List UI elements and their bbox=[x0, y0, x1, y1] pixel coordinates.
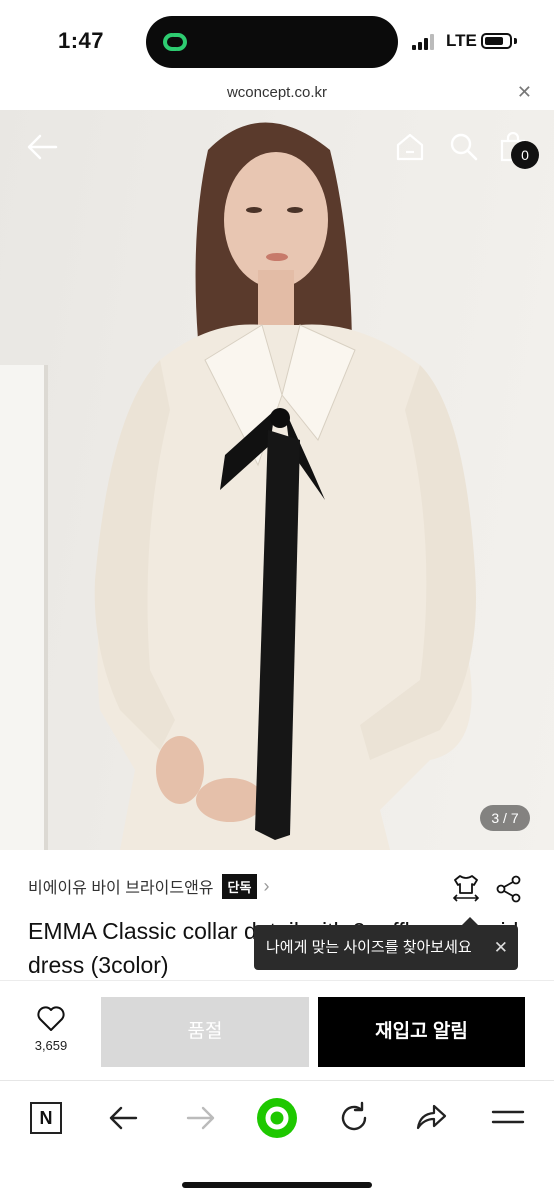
exclusive-badge: 단독 bbox=[221, 873, 258, 899]
like-count: 3,659 bbox=[34, 1038, 68, 1053]
brand-row[interactable]: 비에이유 바이 브라이드앤유 단독 › bbox=[28, 872, 269, 900]
close-icon[interactable]: ✕ bbox=[494, 925, 508, 970]
product-image[interactable]: 0 3 / 7 bbox=[0, 110, 554, 850]
battery-icon bbox=[481, 33, 512, 49]
back-icon[interactable] bbox=[106, 1100, 140, 1136]
soldout-button[interactable]: 품절 bbox=[101, 997, 309, 1067]
image-counter: 3 / 7 bbox=[480, 805, 530, 831]
url-text[interactable]: wconcept.co.kr bbox=[0, 84, 554, 101]
close-icon[interactable]: ✕ bbox=[517, 82, 532, 103]
share-icon[interactable] bbox=[495, 875, 523, 903]
size-guide-icon[interactable] bbox=[451, 874, 481, 902]
signal-bars-icon bbox=[412, 34, 438, 50]
divider bbox=[0, 980, 554, 981]
status-bar: 1:47 LTE bbox=[0, 0, 554, 82]
link-logo-icon bbox=[163, 33, 187, 51]
arrow-left-icon[interactable] bbox=[24, 132, 60, 162]
green-home-icon[interactable] bbox=[255, 1096, 299, 1140]
heart-icon[interactable] bbox=[37, 1006, 65, 1032]
size-tooltip[interactable]: 나에게 맞는 사이즈를 찾아보세요 ✕ bbox=[254, 917, 518, 970]
tooltip-text: 나에게 맞는 사이즈를 찾아보세요 bbox=[266, 939, 472, 956]
dynamic-island bbox=[146, 16, 398, 68]
url-bar[interactable]: wconcept.co.kr ✕ bbox=[0, 82, 554, 110]
share-arrow-icon[interactable] bbox=[414, 1100, 448, 1136]
brand-name[interactable]: 비에이유 바이 브라이드앤유 bbox=[28, 874, 214, 898]
restock-alert-button[interactable]: 재입고 알림 bbox=[318, 997, 525, 1067]
chevron-right-icon[interactable]: › bbox=[263, 876, 269, 897]
status-time: 1:47 bbox=[58, 28, 105, 53]
search-icon[interactable] bbox=[449, 132, 479, 162]
forward-icon[interactable] bbox=[184, 1100, 218, 1136]
naver-icon[interactable]: N bbox=[30, 1102, 62, 1134]
model-photo bbox=[0, 122, 476, 850]
reload-icon[interactable] bbox=[337, 1100, 371, 1136]
network-label: LTE bbox=[446, 31, 477, 50]
home-indicator bbox=[182, 1182, 372, 1188]
menu-icon[interactable] bbox=[491, 1100, 525, 1136]
like-button[interactable]: 3,659 bbox=[24, 1006, 78, 1062]
home-icon[interactable] bbox=[394, 132, 426, 162]
cart-count-badge[interactable]: 0 bbox=[511, 141, 539, 169]
